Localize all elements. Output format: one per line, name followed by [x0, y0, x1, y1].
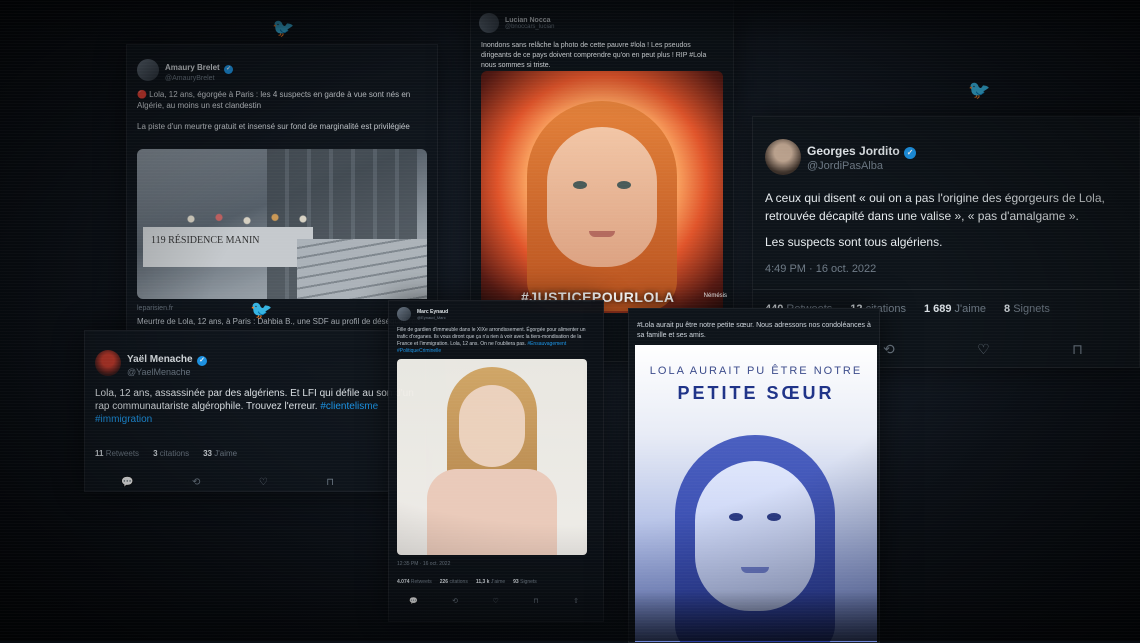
tweet-text: Fille de gardien d'immeuble dans le XIXe… — [397, 327, 597, 355]
hashtag-link[interactable]: #immigration — [95, 414, 152, 425]
tweet-actions: 💬 ⟲ ♡ ⊓ ⇧ — [409, 597, 579, 605]
author-name[interactable]: Lucian Nocca — [505, 17, 554, 24]
tweet-card-yael-menache: Yaël Menache ✓ @YaelMenache Lola, 12 ans… — [84, 330, 426, 492]
tweet-text-secondary: La piste d'un meurtre gratuit et insensé… — [137, 122, 410, 131]
avatar[interactable] — [137, 58, 159, 81]
twitter-bird-icon: 🐦 — [250, 300, 273, 320]
avatar[interactable] — [479, 13, 499, 33]
poster-eye — [767, 513, 781, 521]
tweet-header: Georges Jordito ✓ @JordiPasAlba — [765, 139, 917, 175]
portrait-mouth — [589, 231, 615, 237]
share-icon[interactable]: ⇧ — [573, 597, 579, 605]
poster-mouth — [741, 567, 769, 573]
bookmark-count[interactable]: 8 Signets — [1004, 303, 1050, 315]
tweet-actions: 💬 ⟲ ♡ ⊓ ⇧ — [121, 477, 401, 488]
tweet-header: Amaury Brelet ✓ @AmauryBrelet — [137, 57, 234, 82]
avatar[interactable] — [95, 350, 121, 376]
poster-line-1: LOLA AURAIT PU ÊTRE NOTRE — [649, 365, 863, 377]
tweet-header: Yaël Menache ✓ @YaelMenache — [95, 349, 208, 377]
link-title[interactable]: Meurtre de Lola, 12 ans, à Paris : Dahbi… — [137, 317, 427, 326]
poster-line-2: PETITE SŒUR — [677, 383, 835, 403]
tweet-artwork[interactable] — [481, 71, 723, 313]
retweet-count[interactable]: 4.074 Retweets — [397, 579, 432, 585]
verified-badge-icon: ✓ — [904, 147, 917, 159]
bookmark-count[interactable]: 93 Signets — [513, 579, 537, 585]
author-handle[interactable]: @AmauryBrelet — [165, 75, 233, 82]
avatar[interactable] — [765, 139, 801, 175]
author-name[interactable]: Georges Jordito — [807, 144, 900, 158]
tweet-timestamp[interactable]: 12:35 PM · 16 oct. 2022 — [397, 561, 450, 567]
like-count[interactable]: 1 689 J'aime — [924, 303, 986, 315]
stairs-image — [297, 239, 427, 299]
reply-icon[interactable]: 💬 — [409, 597, 418, 605]
retweet-count[interactable]: 11 Retweets — [95, 449, 139, 458]
bookmark-icon[interactable]: ⊓ — [326, 477, 334, 488]
like-count[interactable]: 11,3 k J'aime — [476, 579, 505, 585]
tweet-photo[interactable] — [397, 359, 587, 555]
tweet-stats: 4.074 Retweets 226 citations 11,3 k J'ai… — [397, 579, 537, 585]
hashtag-link[interactable]: #clientelisme — [320, 401, 378, 412]
author-handle[interactable]: @bnoccars_lucian — [505, 24, 554, 30]
tweet-text: 🔴 Lola, 12 ans, égorgée à Paris : les 4 … — [137, 90, 411, 110]
divider — [753, 289, 1139, 290]
tweet-card-marc-eynaud: Marc Eynaud @Eynaud_Marc Fille de gardie… — [388, 300, 604, 622]
tweet-header: Lucian Nocca @bnoccars_lucian — [479, 13, 554, 33]
like-icon[interactable]: ♡ — [977, 341, 990, 358]
author-name[interactable]: Marc Eynaud — [417, 309, 448, 315]
tweet-timestamp[interactable]: 4:49 PM · 16 oct. 2022 — [765, 263, 876, 275]
twitter-bird-icon: 🐦 — [968, 80, 991, 100]
photo-face — [459, 385, 525, 467]
like-count[interactable]: 33 J'aime — [203, 449, 237, 458]
tweet-stats: 11 Retweets 3 citations 33 J'aime — [95, 449, 237, 458]
tweet-actions: ⟲ ♡ ⊓ — [883, 341, 1083, 358]
portrait-eye — [573, 181, 587, 189]
twitter-bird-icon: 🐦 — [272, 18, 295, 38]
tweet-text: #Lola aurait pu être notre petite sœur. … — [637, 322, 871, 339]
tweet-text: Inondons sans relâche la photo de cette … — [481, 42, 707, 69]
tweet-card-poster: #Lola aurait pu être notre petite sœur. … — [628, 308, 880, 643]
retweet-icon[interactable]: ⟲ — [452, 597, 458, 605]
tweet-text: A ceux qui disent « oui on a pas l'origi… — [765, 191, 1105, 223]
author-handle[interactable]: @Eynaud_Marc — [417, 315, 448, 320]
link-source: leparisien.fr — [137, 305, 174, 312]
artwork-credit: Némésis — [703, 293, 727, 299]
quote-count[interactable]: 226 citations — [440, 579, 468, 585]
quote-count[interactable]: 3 citations — [153, 449, 189, 458]
retweet-icon[interactable]: ⟲ — [883, 341, 895, 358]
flowers-image — [177, 211, 317, 227]
tweet-text: Lola, 12 ans, assassinée par des algérie… — [95, 387, 415, 426]
avatar[interactable] — [397, 307, 411, 321]
verified-badge-icon: ✓ — [224, 65, 234, 74]
verified-badge-icon: ✓ — [197, 356, 208, 366]
poster-face — [695, 461, 815, 611]
author-name[interactable]: Yaël Menache — [127, 354, 193, 365]
reply-icon[interactable]: 💬 — [121, 477, 133, 488]
portrait-face — [547, 127, 657, 267]
portrait-eye — [617, 181, 631, 189]
tweet-header: Marc Eynaud @Eynaud_Marc — [397, 307, 448, 321]
like-icon[interactable]: ♡ — [259, 477, 268, 488]
residence-sign: 119 RÉSIDENCE MANIN — [151, 235, 260, 246]
retweet-icon[interactable]: ⟲ — [192, 477, 200, 488]
photo-shirt — [427, 469, 557, 555]
like-icon[interactable]: ♡ — [492, 597, 498, 605]
author-handle[interactable]: @YaelMenache — [127, 367, 207, 377]
bookmark-icon[interactable]: ⊓ — [1072, 341, 1083, 358]
tweet-text-secondary: Les suspects sont tous algériens. — [765, 235, 943, 249]
poster-eye — [729, 513, 743, 521]
tweet-photo[interactable]: 119 RÉSIDENCE MANIN — [137, 149, 427, 299]
wall-image — [143, 227, 313, 267]
bookmark-icon[interactable]: ⊓ — [533, 597, 538, 605]
author-name[interactable]: Amaury Brelet — [165, 63, 220, 72]
tweet-poster-image[interactable]: LOLA AURAIT PU ÊTRE NOTRE PETITE SŒUR — [635, 345, 877, 642]
author-handle[interactable]: @JordiPasAlba — [807, 160, 916, 172]
